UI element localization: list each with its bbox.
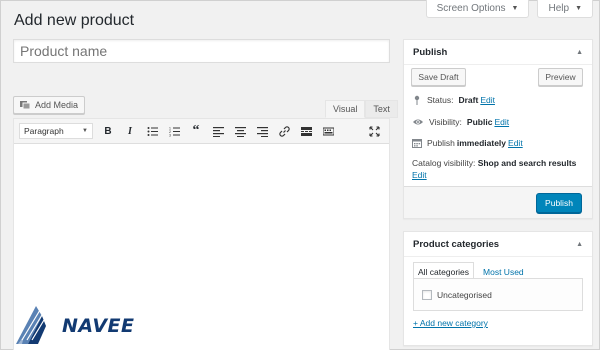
collapse-icon[interactable]: ▲: [576, 241, 583, 248]
preview-button[interactable]: Preview: [538, 68, 583, 86]
bold-icon[interactable]: B: [97, 121, 119, 141]
read-more-icon[interactable]: [295, 121, 317, 141]
catalog-visibility-label: Catalog visibility:: [412, 158, 476, 168]
screen-options-label: Screen Options: [436, 2, 506, 14]
eye-icon: [413, 119, 423, 125]
publish-date-label: Publish: [427, 138, 455, 148]
status-label: Status:: [427, 95, 454, 105]
visibility-label: Visibility:: [429, 117, 462, 127]
edit-publish-date-link[interactable]: Edit: [508, 138, 523, 148]
screen-options-button[interactable]: Screen Options ▼: [425, 0, 530, 18]
list-item[interactable]: Uncategorised: [422, 290, 492, 300]
tab-visual[interactable]: Visual: [325, 100, 366, 118]
visibility-row: Visibility: Public Edit: [412, 117, 509, 127]
blockquote-icon[interactable]: “: [185, 121, 207, 141]
screen-meta: Screen Options ▼ Help ▼: [425, 0, 593, 18]
publish-box-title: Publish: [413, 46, 448, 58]
edit-visibility-link[interactable]: Edit: [494, 117, 509, 127]
numbered-list-icon[interactable]: 123: [163, 121, 185, 141]
save-draft-button[interactable]: Save Draft: [411, 68, 466, 86]
svg-text:3: 3: [169, 133, 171, 137]
category-checkbox[interactable]: [422, 290, 432, 300]
product-name-input[interactable]: [13, 39, 390, 63]
add-media-label: Add Media: [35, 100, 79, 110]
editor-tabs: Visual Text: [325, 100, 398, 118]
product-categories-title: Product categories: [413, 238, 500, 250]
tab-all-categories[interactable]: All categories: [413, 262, 475, 279]
help-label: Help: [548, 2, 570, 14]
publish-actions: Publish: [404, 186, 592, 218]
category-label: Uncategorised: [437, 290, 492, 300]
page-title: Add new product: [14, 12, 135, 29]
collapse-icon[interactable]: ▲: [576, 49, 583, 56]
status-value: Draft: [458, 95, 479, 105]
caret-down-icon: ▼: [82, 128, 88, 134]
align-center-icon[interactable]: [229, 121, 251, 141]
pin-icon: [414, 95, 420, 105]
fullscreen-icon[interactable]: [363, 121, 385, 141]
align-right-icon[interactable]: [251, 121, 273, 141]
status-row: Status: Draft Edit: [412, 95, 495, 105]
navee-logo-text: NAVEE: [62, 315, 135, 337]
help-button[interactable]: Help ▼: [537, 0, 593, 18]
add-media-button[interactable]: Add Media: [13, 96, 86, 114]
publish-button[interactable]: Publish: [536, 193, 582, 213]
tab-most-used[interactable]: Most Used: [478, 262, 529, 279]
bullet-list-icon[interactable]: [141, 121, 163, 141]
calendar-icon: [412, 139, 422, 148]
format-select[interactable]: Paragraph ▼: [19, 123, 93, 139]
edit-status-link[interactable]: Edit: [480, 95, 495, 105]
publish-box: Publish ▲ Save Draft Preview Status: Dra…: [403, 39, 593, 219]
catalog-visibility-row: Catalog visibility: Shop and search resu…: [412, 157, 587, 181]
navee-logo: NAVEE: [16, 306, 134, 346]
media-icon: [20, 101, 31, 110]
category-tabs: All categories Most Used: [413, 262, 529, 279]
publish-date-row: Publish immediately Edit: [412, 138, 523, 148]
toolbar-toggle-icon[interactable]: [317, 121, 339, 141]
link-icon[interactable]: [273, 121, 295, 141]
italic-icon[interactable]: I: [119, 121, 141, 141]
catalog-visibility-value: Shop and search results: [477, 158, 577, 168]
align-left-icon[interactable]: [207, 121, 229, 141]
publish-box-header[interactable]: Publish ▲: [404, 40, 592, 65]
edit-catalog-visibility-link[interactable]: Edit: [412, 170, 427, 180]
format-select-value: Paragraph: [24, 126, 64, 136]
navee-logo-mark: [16, 306, 46, 344]
category-list: Uncategorised: [413, 278, 583, 311]
tab-text[interactable]: Text: [365, 100, 398, 118]
caret-down-icon: ▼: [575, 4, 582, 12]
visibility-value: Public: [466, 117, 493, 127]
add-new-category-link[interactable]: + Add new category: [413, 318, 488, 328]
caret-down-icon: ▼: [511, 4, 519, 12]
editor-toolbar: Paragraph ▼ B I 123 “: [14, 119, 389, 144]
publish-date-value: immediately: [456, 138, 507, 148]
product-categories-box: Product categories ▲ All categories Most…: [403, 231, 593, 346]
product-categories-header[interactable]: Product categories ▲: [404, 232, 592, 257]
